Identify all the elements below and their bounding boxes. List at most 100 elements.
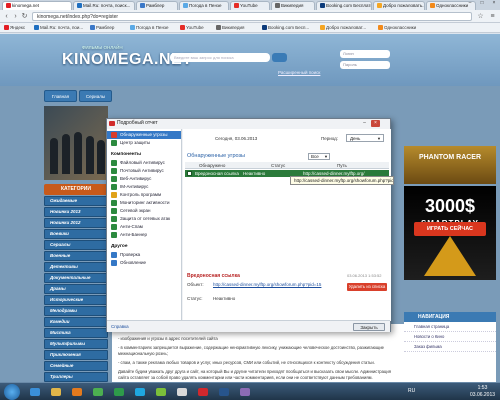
taskbar-app-skype[interactable] xyxy=(131,385,149,399)
component-item[interactable]: Защита от сетевых атак xyxy=(107,215,181,223)
forward-icon[interactable]: › xyxy=(11,12,20,21)
period-select[interactable]: День ▼ xyxy=(346,134,384,142)
category-item[interactable]: Сериалы xyxy=(44,240,108,250)
browser-tab[interactable]: Википедия xyxy=(271,1,315,10)
navigation-link[interactable]: Главная страница xyxy=(404,322,496,332)
minimize-window-icon[interactable]: – xyxy=(464,0,476,7)
component-item[interactable]: Файловый Антивирус xyxy=(107,159,181,167)
reload-icon[interactable]: ↻ xyxy=(20,12,29,21)
nav-item-series[interactable]: Сериалы xyxy=(79,90,112,102)
url-input[interactable]: kinomega.net/index.php?do=register xyxy=(32,12,472,21)
bookmark-icon xyxy=(378,25,383,31)
close-icon[interactable]: × xyxy=(371,120,380,127)
category-item[interactable]: Новинки 2012 xyxy=(44,218,108,228)
category-item[interactable]: Мультфильмы xyxy=(44,339,108,349)
nav-item-report[interactable]: Центр защиты xyxy=(107,139,181,147)
threats-filter-select[interactable]: Все ▼ xyxy=(308,153,330,160)
category-item[interactable]: Документальные xyxy=(44,273,108,283)
minimize-icon[interactable]: – xyxy=(360,120,369,127)
category-item[interactable]: Драмы xyxy=(44,284,108,294)
component-item[interactable]: Анти-Спам xyxy=(107,223,181,231)
component-item[interactable]: Мониторинг активности xyxy=(107,199,181,207)
column-header[interactable]: Статус xyxy=(271,162,285,169)
category-item[interactable]: Новинки 2013 xyxy=(44,207,108,217)
tab-active[interactable]: kinomega.net xyxy=(2,1,72,10)
bookmark-item[interactable]: Добро пожаловат... xyxy=(320,25,366,31)
column-header[interactable]: Путь xyxy=(337,162,347,169)
taskbar-app-kaspersky[interactable] xyxy=(110,385,128,399)
remove-from-list-button[interactable]: Удалить из списка xyxy=(347,283,387,291)
taskbar-app-ie[interactable] xyxy=(26,385,44,399)
play-now-button[interactable]: ИГРАТЬ СЕЙЧАС xyxy=(414,222,486,236)
close-window-icon[interactable]: × xyxy=(488,0,500,7)
nav-item-home[interactable]: Главная xyxy=(44,90,77,102)
category-item[interactable]: Триллеры xyxy=(44,372,108,382)
bookmark-item[interactable]: Booking.com Бесп... xyxy=(262,25,309,31)
back-icon[interactable]: ‹ xyxy=(2,12,11,21)
bookmark-item[interactable]: Погода в Пензе xyxy=(130,25,168,31)
component-item[interactable]: Почтовый Антивирус xyxy=(107,167,181,175)
browser-tab[interactable]: Рамблер xyxy=(136,1,178,10)
taskbar-app-utorrent[interactable] xyxy=(152,385,170,399)
close-button[interactable]: Закрыть xyxy=(353,323,385,331)
navigation-link[interactable]: Новости о Кино xyxy=(404,332,496,342)
category-item[interactable]: Приключения xyxy=(44,350,108,360)
maximize-window-icon[interactable]: □ xyxy=(476,0,488,7)
login-field[interactable]: Логин xyxy=(340,50,390,58)
start-button[interactable] xyxy=(4,384,20,400)
column-header[interactable]: Обнаружено xyxy=(199,162,225,169)
object-link[interactable]: http://cassed-dinner.mylftp.org/showforu… xyxy=(213,282,321,287)
advanced-search-link[interactable]: Расширенный поиск xyxy=(278,70,320,75)
bookmark-item[interactable]: Википедия xyxy=(216,25,244,31)
slider-figure xyxy=(62,134,70,174)
component-item[interactable]: Сетевой экран xyxy=(107,207,181,215)
bookmark-item[interactable]: Mail.Ru: почта, пои... xyxy=(34,25,83,31)
clock[interactable]: 1:53 03.06.2013 xyxy=(470,385,495,399)
bookmark-item[interactable]: Одноклассники xyxy=(378,25,416,31)
taskbar-app-paint[interactable] xyxy=(173,385,191,399)
taskbar-app-chrome[interactable] xyxy=(89,385,107,399)
nav-item-report[interactable]: Обнаруженные угрозы xyxy=(107,131,181,139)
other-item[interactable]: Обновление xyxy=(107,259,181,267)
browser-tab[interactable]: YouTube xyxy=(230,1,270,10)
search-button[interactable] xyxy=(272,53,287,62)
password-field[interactable]: Пароль xyxy=(340,61,390,69)
category-item[interactable]: Исторические xyxy=(44,295,108,305)
menu-icon[interactable]: ≡ xyxy=(488,12,497,21)
taskbar-app-media[interactable] xyxy=(68,385,86,399)
skype-icon xyxy=(135,388,145,396)
category-item[interactable]: Детективы xyxy=(44,262,108,272)
other-item[interactable]: Проверка xyxy=(107,251,181,259)
row-checkbox[interactable] xyxy=(187,171,192,176)
category-item[interactable]: Мистика xyxy=(44,328,108,338)
browser-tab[interactable]: Добро пожаловать... xyxy=(373,1,425,10)
bookmark-item[interactable]: YouTube xyxy=(180,25,204,31)
component-item[interactable]: Контроль программ xyxy=(107,191,181,199)
bookmark-item[interactable]: Рамблер xyxy=(90,25,114,31)
category-item[interactable]: Мелодрамы xyxy=(44,306,108,316)
site-search-input[interactable]: Введите ваш запрос для поиска xyxy=(170,53,270,62)
language-indicator[interactable]: RU xyxy=(408,388,415,394)
component-item[interactable]: Веб-Антивирус xyxy=(107,175,181,183)
tab-label: kinomega.net xyxy=(12,3,40,8)
category-item[interactable]: Боевики xyxy=(44,229,108,239)
browser-tab[interactable]: Mail.Ru: почта, поиск... xyxy=(73,1,135,10)
component-item[interactable]: IM-Антивирус xyxy=(107,183,181,191)
browser-tab[interactable]: Погода в Пензе xyxy=(179,1,229,10)
category-item[interactable]: Ожидаемые xyxy=(44,196,108,206)
category-item[interactable]: Семейные xyxy=(44,361,108,371)
category-item[interactable]: Военные xyxy=(44,251,108,261)
browser-tab[interactable]: Booking.com Бесплатная... xyxy=(316,1,372,10)
ad-banner-racer[interactable]: PHANTOM RACER xyxy=(404,146,496,184)
navigation-link[interactable]: Заказ фильма xyxy=(404,342,496,352)
taskbar-app-explorer[interactable] xyxy=(47,385,65,399)
component-item[interactable]: Анти-Баннер xyxy=(107,231,181,239)
star-icon[interactable]: ☆ xyxy=(476,12,485,21)
taskbar-app-opera[interactable] xyxy=(194,385,212,399)
taskbar-app-photoshop[interactable] xyxy=(215,385,233,399)
featured-slider[interactable] xyxy=(44,106,108,180)
bookmark-item[interactable]: Яндекс xyxy=(4,25,25,31)
category-item[interactable]: Комедии xyxy=(44,317,108,327)
help-link[interactable]: Справка xyxy=(111,324,129,329)
taskbar-app-other[interactable] xyxy=(236,385,254,399)
